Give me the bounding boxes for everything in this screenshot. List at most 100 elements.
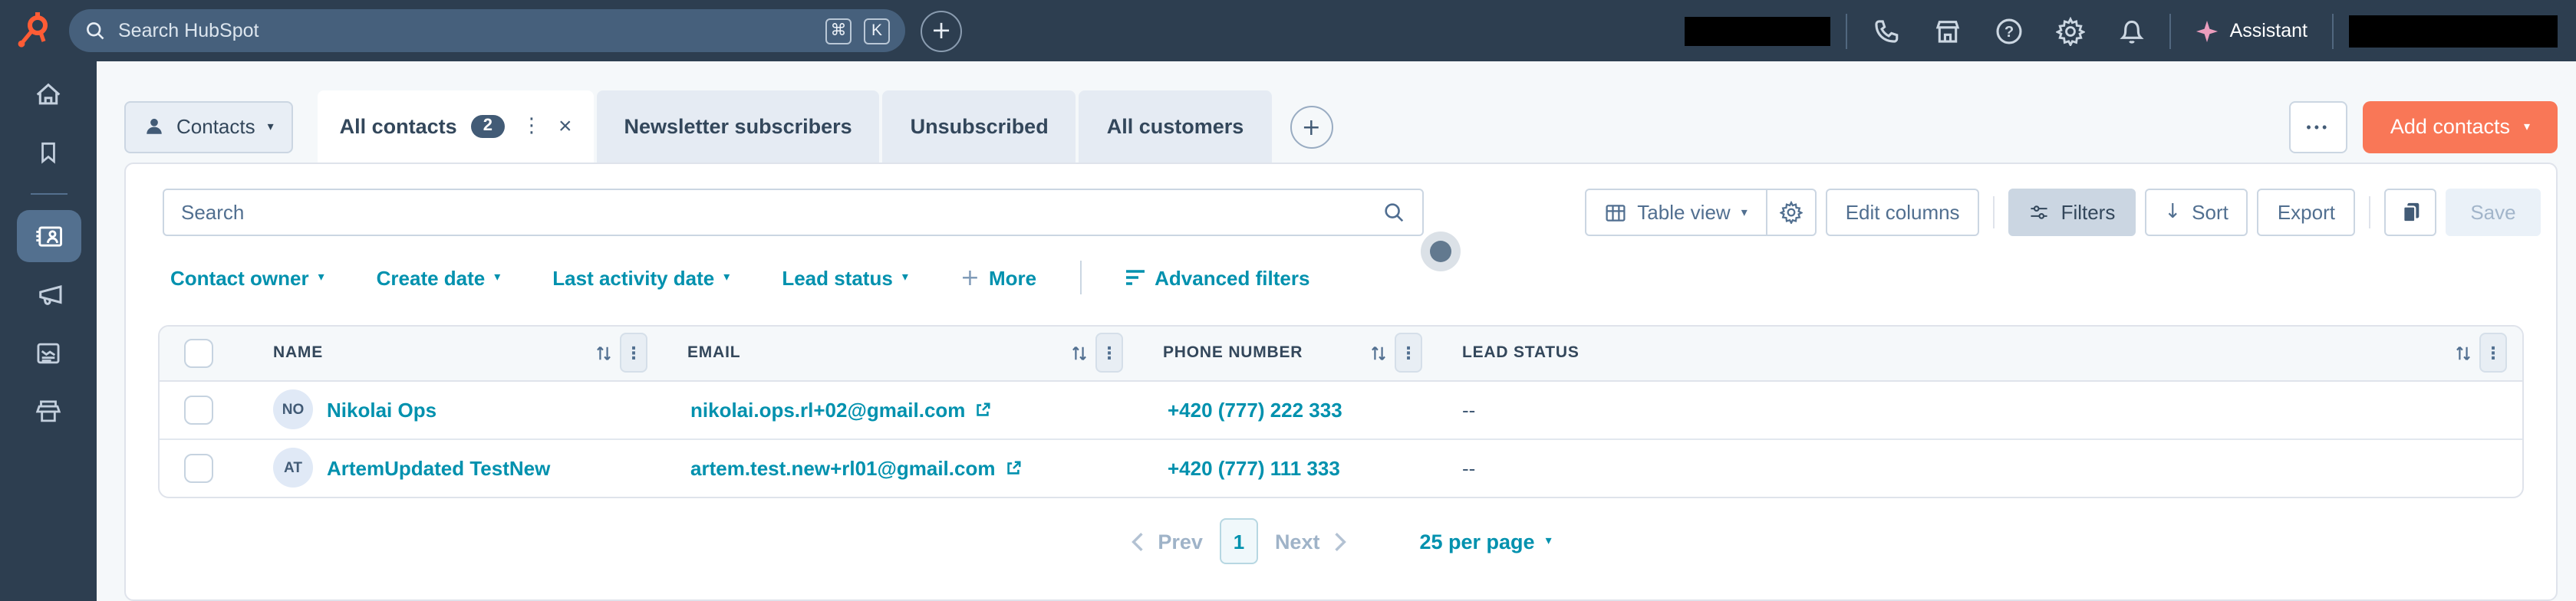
tab-label: All contacts (339, 115, 457, 138)
hubspot-logo-icon[interactable] (14, 9, 54, 52)
search-icon (1385, 203, 1404, 222)
plus-icon: + (960, 263, 980, 291)
contact-phone-link[interactable]: +420 (777) 111 333 (1168, 457, 1340, 480)
sort-icon[interactable] (595, 343, 612, 363)
more-actions-button[interactable]: ••• (2288, 100, 2347, 153)
tab-label: Unsubscribed (910, 115, 1049, 138)
advanced-filter-icon (1125, 270, 1145, 285)
lead-status-value: -- (1462, 456, 1476, 480)
advanced-filters-button[interactable]: Advanced filters (1124, 266, 1309, 289)
page-header: Contacts ▾ All contacts 2 ⋮ × Newsletter… (124, 90, 2558, 163)
quick-filter-lead-status[interactable]: Lead status ▾ (782, 266, 908, 289)
tab-all-customers[interactable]: All customers (1079, 90, 1272, 163)
object-switcher[interactable]: Contacts ▾ (124, 100, 294, 153)
command-key-badge: ⌘ (825, 18, 852, 44)
prev-page-button[interactable]: Prev (1130, 530, 1203, 553)
column-header-email[interactable]: EMAIL (687, 344, 740, 363)
quick-filter-last-activity-date[interactable]: Last activity date ▾ (552, 266, 730, 289)
table-search-input[interactable] (181, 201, 1370, 224)
column-menu-icon[interactable]: ⋮ (1095, 333, 1123, 373)
sidebar (0, 61, 97, 601)
external-link-icon[interactable] (974, 401, 991, 418)
filters-button[interactable]: Filters (2008, 189, 2136, 236)
view-tabs: All contacts 2 ⋮ × Newsletter subscriber… (318, 90, 1333, 163)
column-header-name[interactable]: NAME (273, 344, 323, 363)
edit-columns-button[interactable]: Edit columns (1825, 189, 1980, 236)
chevron-down-icon: ▾ (901, 270, 908, 284)
clone-view-button[interactable] (2384, 189, 2436, 236)
add-view-button[interactable]: + (1290, 105, 1333, 148)
redacted-user-info (2349, 15, 2558, 47)
table-grid-icon (1606, 204, 1626, 221)
settings-icon[interactable] (2047, 8, 2093, 54)
global-search[interactable]: ⌘ K (69, 9, 905, 52)
external-link-icon[interactable] (1004, 460, 1021, 477)
chevron-down-icon: ▾ (723, 270, 730, 284)
ellipsis-icon: ••• (2306, 119, 2331, 134)
table-search[interactable] (163, 189, 1424, 236)
contacts-table: NAME ⋮ EMAIL ⋮ PHONE NUMBER ⋮ LEAD STATU… (158, 325, 2524, 498)
view-settings-button[interactable] (1765, 190, 1815, 235)
tab-close-icon[interactable]: × (558, 115, 572, 138)
sidebar-item-home[interactable] (0, 64, 97, 123)
assistant-button[interactable]: Assistant (2187, 19, 2317, 42)
marketplace-icon[interactable] (1925, 8, 1971, 54)
contact-name-link[interactable]: Nikolai Ops (327, 398, 436, 421)
contact-phone-link[interactable]: +420 (777) 222 333 (1168, 398, 1342, 421)
help-icon[interactable]: ? (1986, 8, 2032, 54)
column-menu-icon[interactable]: ⋮ (2479, 333, 2507, 373)
notifications-icon[interactable] (2109, 8, 2155, 54)
calling-icon[interactable] (1863, 8, 1909, 54)
person-icon (147, 118, 162, 134)
next-page-button[interactable]: Next (1275, 530, 1348, 553)
onboarding-beacon[interactable] (1421, 232, 1461, 271)
sort-icon[interactable] (1071, 343, 1088, 363)
quick-filter-contact-owner[interactable]: Contact owner ▾ (170, 266, 324, 289)
row-checkbox[interactable] (184, 453, 213, 483)
tab-all-contacts[interactable]: All contacts 2 ⋮ × (318, 90, 594, 163)
tab-newsletter-subscribers[interactable]: Newsletter subscribers (596, 90, 880, 163)
quick-filter-create-date[interactable]: Create date ▾ (377, 266, 501, 289)
megaphone-icon (38, 285, 61, 305)
sort-icon[interactable] (1370, 343, 1387, 363)
current-page[interactable]: 1 (1219, 518, 1258, 564)
quick-filter-more[interactable]: + More (960, 263, 1036, 291)
tab-label: All customers (1106, 115, 1244, 138)
table-view-selector[interactable]: Table view ▾ (1586, 190, 1766, 235)
sidebar-item-bookmarks[interactable] (0, 123, 97, 181)
contact-email-link[interactable]: artem.test.new+rl01@gmail.com (690, 457, 995, 480)
filters-divider (1079, 261, 1082, 294)
sparkle-icon (2196, 19, 2219, 42)
per-page-selector[interactable]: 25 per page ▾ (1419, 530, 1551, 553)
tab-unsubscribed[interactable]: Unsubscribed (882, 90, 1076, 163)
global-search-input[interactable] (118, 20, 813, 41)
export-button[interactable]: Export (2257, 189, 2355, 236)
sort-icon[interactable] (2455, 343, 2472, 363)
sidebar-item-marketing[interactable] (0, 265, 97, 323)
lead-status-value: -- (1462, 398, 1476, 421)
column-header-phone[interactable]: PHONE NUMBER (1163, 344, 1303, 363)
sidebar-item-content[interactable] (0, 323, 97, 382)
sidebar-divider (30, 193, 67, 195)
sidebar-item-crm-active[interactable] (16, 210, 81, 262)
add-contacts-button[interactable]: Add contacts ▾ (2362, 100, 2558, 153)
sidebar-item-commerce[interactable] (0, 382, 97, 440)
column-header-lead-status[interactable]: LEAD STATUS (1462, 344, 1580, 363)
chevron-down-icon: ▾ (494, 270, 501, 284)
column-menu-icon[interactable]: ⋮ (620, 333, 647, 373)
table-row: AT ArtemUpdated TestNew artem.test.new+r… (160, 438, 2522, 497)
avatar: NO (273, 389, 313, 429)
tab-options-icon[interactable]: ⋮ (519, 115, 545, 138)
contact-name-link[interactable]: ArtemUpdated TestNew (327, 457, 550, 480)
select-all-checkbox[interactable] (184, 338, 213, 368)
save-view-button[interactable]: Save (2446, 189, 2541, 236)
contact-email-link[interactable]: nikolai.ops.rl+02@gmail.com (690, 398, 965, 421)
column-menu-icon[interactable]: ⋮ (1395, 333, 1422, 373)
toolbar-actions: Table view ▾ Edit columns Filters ↓ Sort… (1585, 189, 2541, 236)
sort-button[interactable]: ↓ Sort (2144, 189, 2248, 236)
row-checkbox[interactable] (184, 395, 213, 424)
toolbar-divider (1993, 196, 1995, 228)
k-key-badge: K (864, 18, 890, 44)
chevron-right-icon (1335, 531, 1347, 551)
global-create-button[interactable]: + (921, 10, 962, 51)
